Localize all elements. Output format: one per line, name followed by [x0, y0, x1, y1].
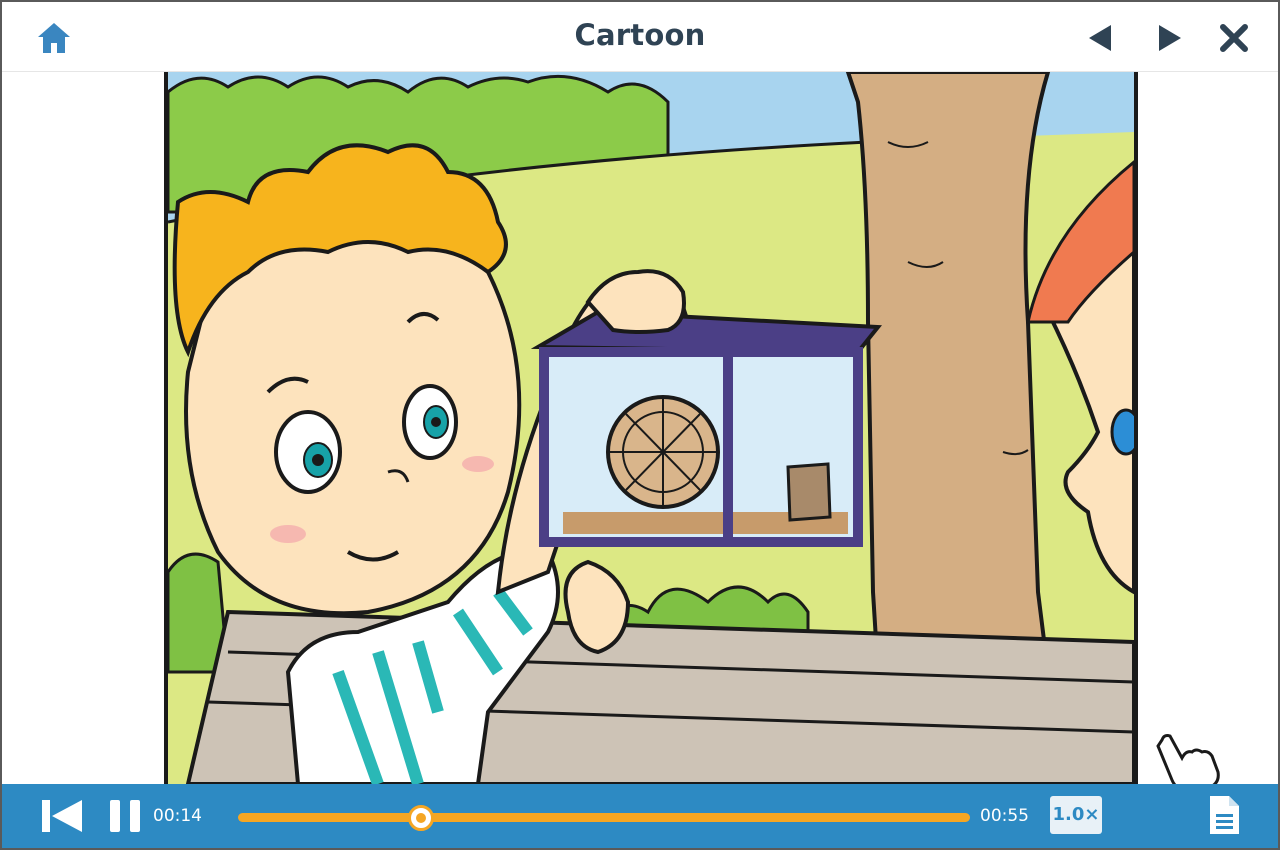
cartoon-illustration	[168, 72, 1134, 784]
triangle-left-icon	[1089, 25, 1111, 51]
seek-slider-handle[interactable]	[408, 805, 434, 831]
transcript-button[interactable]	[1207, 794, 1241, 836]
close-button[interactable]	[1212, 16, 1256, 60]
next-button[interactable]	[1148, 16, 1192, 60]
rewind-button[interactable]	[38, 796, 86, 836]
hand-cursor-icon	[1156, 734, 1220, 792]
header-bar: Cartoon	[2, 2, 1278, 72]
speed-button[interactable]: 1.0×	[1050, 796, 1102, 834]
progress-track[interactable]	[238, 813, 970, 822]
video-stage[interactable]	[2, 72, 1278, 792]
app-window: Cartoon 00:14 00:55 1.0×	[0, 0, 1280, 850]
close-icon	[1220, 24, 1248, 52]
triangle-right-icon	[1159, 25, 1181, 51]
document-icon	[1210, 796, 1239, 834]
pause-button[interactable]	[106, 796, 146, 836]
pause-icon	[110, 800, 140, 832]
total-time: 00:55	[980, 806, 1029, 826]
cartoon-frame	[164, 72, 1138, 784]
previous-button[interactable]	[1078, 16, 1122, 60]
skip-back-icon	[42, 800, 82, 832]
current-time: 00:14	[153, 806, 202, 826]
player-controls: 00:14 00:55 1.0×	[2, 784, 1278, 848]
